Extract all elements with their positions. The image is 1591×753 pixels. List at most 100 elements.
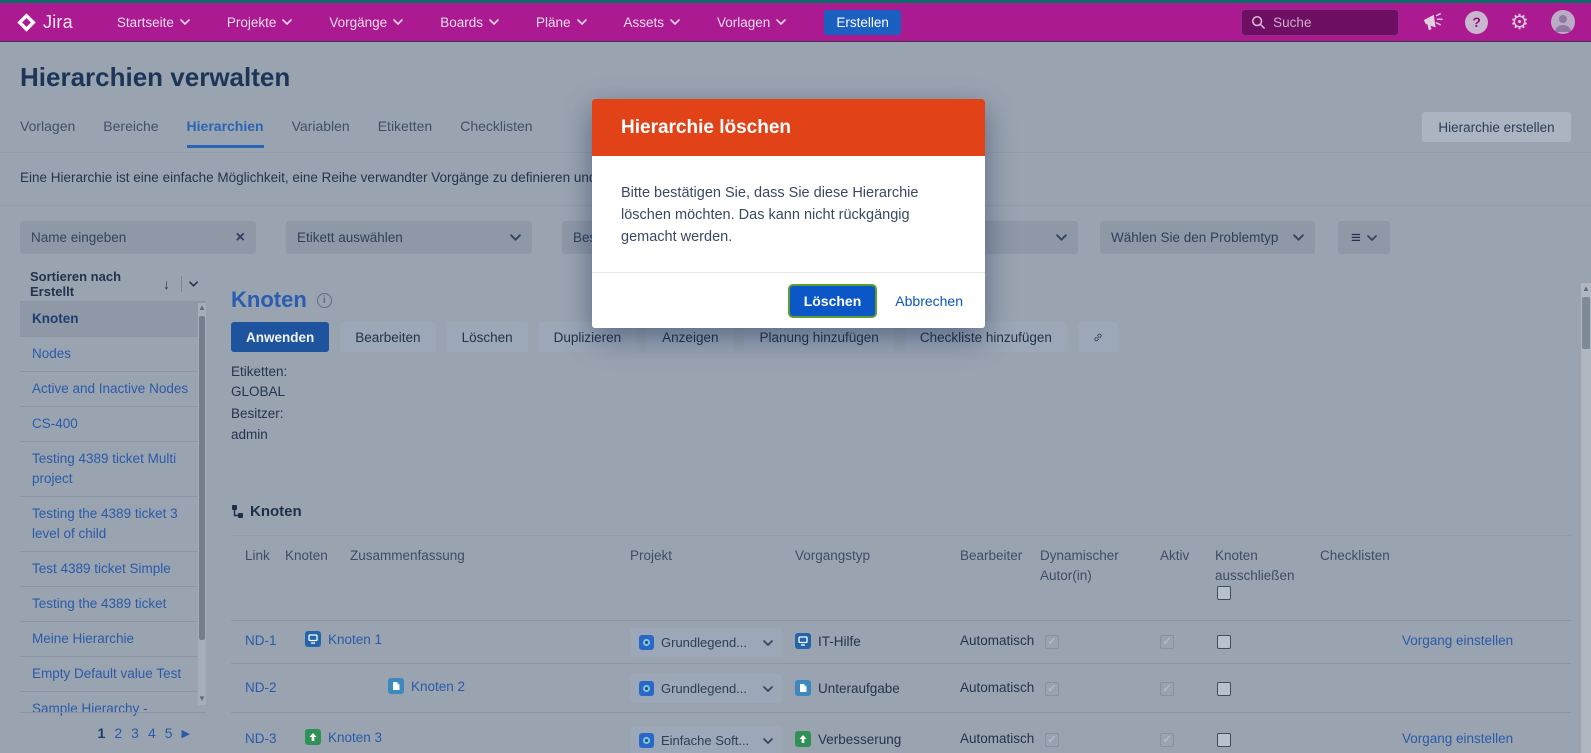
nav-boards[interactable]: Boards [440,15,499,30]
list-item-4389[interactable]: Testing the 4389 ticket [20,587,206,622]
page-scrollbar-thumb[interactable] [1582,297,1590,349]
hierarchy-tree-icon [231,504,245,519]
tab-vorlagen[interactable]: Vorlagen [20,118,75,148]
next-page-icon[interactable]: ▶ [182,727,190,740]
col-summary: Zusammenfassung [350,546,465,566]
tab-checklisten[interactable]: Checklisten [460,118,532,148]
exclude-checkbox[interactable] [1217,733,1231,747]
dialog-message: Bitte bestätigen Sie, dass Sie diese Hie… [592,156,985,272]
scroll-up-icon[interactable]: ▲ [198,304,206,312]
chevron-down-icon [510,234,521,241]
page-4[interactable]: 4 [148,725,156,741]
user-avatar[interactable] [1551,10,1575,34]
info-icon[interactable]: i [317,293,332,308]
list-item-nodes[interactable]: Nodes [20,337,206,372]
tab-bereiche[interactable]: Bereiche [103,118,158,148]
dialog-title: Hierarchie löschen [621,117,791,139]
node-link[interactable]: Knoten 1 [328,632,382,647]
project-select[interactable]: Einfache Soft... [630,726,782,753]
dynamic-author-checkbox[interactable]: ✓ [1045,635,1059,649]
issuetype-cell: Unteraufgabe [795,680,900,696]
list-item-simple[interactable]: Test 4389 ticket Simple [20,552,206,587]
tab-variablen[interactable]: Variablen [292,118,350,148]
label-filter-dropdown[interactable]: Etikett auswählen [286,221,532,254]
jira-logo[interactable]: Jira [16,12,73,33]
list-item-meine[interactable]: Meine Hierarchie [20,622,206,657]
hierarchy-description: Eine Hierarchie ist eine einfache Möglic… [20,170,635,185]
sort-header[interactable]: Sortieren nach Erstellt ↓ [20,267,206,302]
navbar-right: ? ⚙ [1241,9,1575,36]
global-search[interactable] [1241,9,1399,36]
list-item-3-level[interactable]: Testing the 4389 ticket 3 level of child [20,497,206,552]
scroll-up-icon[interactable]: ▲ [1582,285,1590,293]
col-node: Knoten [285,546,328,566]
page-3[interactable]: 3 [131,725,139,741]
brand-text: Jira [43,12,73,33]
issue-key-link[interactable]: ND-1 [245,633,277,648]
list-item-cs400[interactable]: CS-400 [20,407,206,442]
list-item-active-inactive[interactable]: Active and Inactive Nodes [20,372,206,407]
link-button[interactable] [1078,322,1118,352]
page-2[interactable]: 2 [114,725,122,741]
set-issue-link[interactable]: Vorgang einstellen [1402,731,1513,746]
exclude-checkbox[interactable] [1217,682,1231,696]
issue-key-link[interactable]: ND-3 [245,731,277,746]
tab-etiketten[interactable]: Etiketten [378,118,432,148]
apply-button[interactable]: Anwenden [231,322,329,352]
project-select[interactable]: Grundlegend... [630,628,782,657]
node-link[interactable]: Knoten 2 [411,679,465,694]
list-item-empty-default[interactable]: Empty Default value Test [20,657,206,692]
clear-icon[interactable]: × [236,229,245,247]
improvement-icon [795,731,811,747]
name-filter-input[interactable] [31,230,228,245]
exclude-checkbox[interactable] [1217,635,1231,649]
nav-projekte[interactable]: Projekte [227,15,293,30]
active-checkbox[interactable]: ✓ [1160,682,1174,696]
edit-button[interactable]: Bearbeiten [340,322,435,352]
dialog-footer: Löschen Abbrechen [592,272,985,328]
name-filter[interactable]: × [20,221,256,254]
project-avatar [639,733,654,748]
issuetype-cell: IT-Hilfe [795,633,861,649]
page-tabs: Vorlagen Bereiche Hierarchien Variablen … [20,118,533,148]
filter-menu-button[interactable]: ≡ [1338,221,1390,254]
dynamic-author-checkbox[interactable]: ✓ [1045,733,1059,747]
chevron-down-icon [763,640,773,646]
nav-assets[interactable]: Assets [624,15,681,30]
owner-value: admin [231,427,268,442]
create-issue-button[interactable]: Erstellen [824,10,901,35]
help-icon[interactable]: ? [1465,11,1488,34]
scroll-down-icon[interactable]: ▼ [198,695,206,703]
list-item-knoten[interactable]: Knoten [20,302,206,337]
list-item-multi-project[interactable]: Testing 4389 ticket Multi project [20,442,206,497]
issuetype-filter-dropdown[interactable]: Wählen Sie den Problemtyp [1100,221,1315,254]
chevron-down-icon[interactable] [189,281,198,287]
settings-gear-icon[interactable]: ⚙ [1510,12,1529,33]
sort-direction-icon[interactable]: ↓ [163,276,170,292]
delete-button[interactable]: Löschen [447,322,528,352]
create-hierarchy-button[interactable]: Hierarchie erstellen [1422,112,1571,142]
announcements-icon[interactable] [1421,12,1443,32]
col-project: Projekt [630,546,672,566]
project-select[interactable]: Grundlegend... [630,674,782,703]
page-5[interactable]: 5 [165,725,173,741]
page-1[interactable]: 1 [98,725,106,741]
active-checkbox[interactable]: ✓ [1160,635,1174,649]
set-issue-link[interactable]: Vorgang einstellen [1402,633,1513,648]
nav-startseite[interactable]: Startseite [117,15,190,30]
tab-hierarchien[interactable]: Hierarchien [187,118,264,148]
nav-plaene[interactable]: Pläne [536,15,587,30]
dialog-header: Hierarchie löschen [592,99,985,156]
nav-vorgaenge[interactable]: Vorgänge [329,15,403,30]
dynamic-author-checkbox[interactable]: ✓ [1045,682,1059,696]
sidebar-scrollbar-thumb[interactable] [199,316,205,640]
cancel-button[interactable]: Abbrechen [895,293,963,309]
active-checkbox[interactable]: ✓ [1160,733,1174,747]
page-scrollbar[interactable] [1581,283,1591,753]
issue-key-link[interactable]: ND-2 [245,680,277,695]
search-input[interactable] [1273,15,1383,30]
exclude-all-checkbox[interactable] [1217,586,1231,600]
confirm-delete-button[interactable]: Löschen [790,286,876,316]
node-link[interactable]: Knoten 3 [328,730,382,745]
nav-vorlagen[interactable]: Vorlagen [717,15,786,30]
